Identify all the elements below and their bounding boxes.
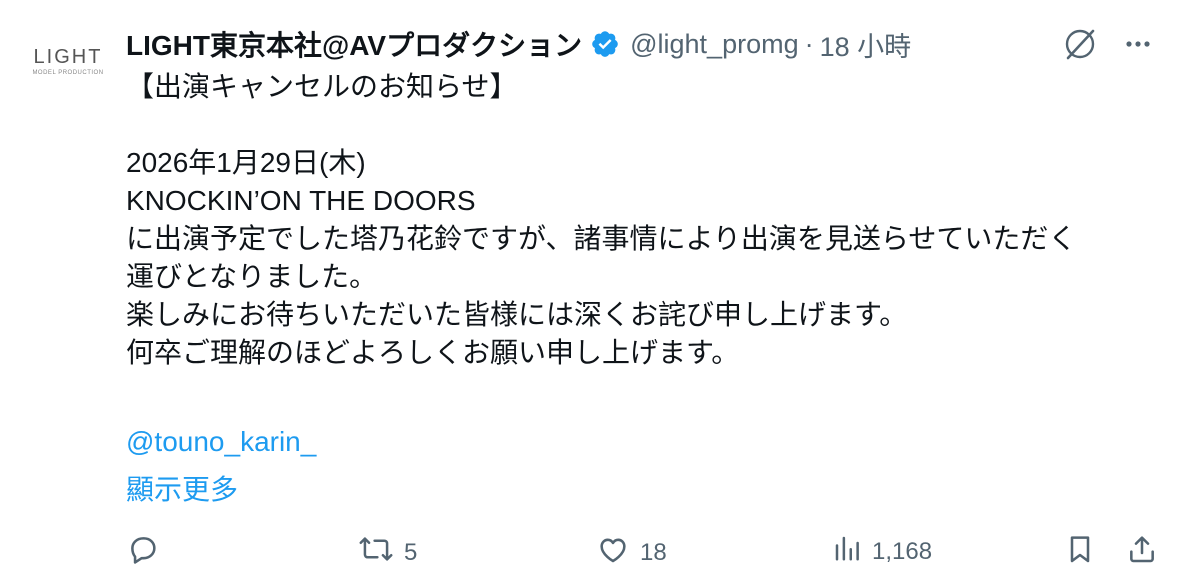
bookmark-button[interactable] — [1064, 532, 1096, 573]
separator-dot: · — [804, 28, 814, 59]
verified-badge-icon — [590, 29, 620, 59]
share-button[interactable] — [1126, 532, 1158, 573]
like-icon — [596, 532, 630, 573]
header-actions — [1062, 26, 1154, 62]
views-icon — [832, 532, 862, 571]
bookmark-icon — [1064, 532, 1096, 573]
reply-icon — [126, 532, 160, 573]
reply-button[interactable] — [126, 532, 160, 573]
views-button[interactable]: 1,168 — [832, 532, 932, 571]
post-time[interactable]: 18 小時 — [820, 25, 912, 64]
tweet-text: 【出演キャンセルのお知らせ】 2026年1月29日(木) KNOCKIN’ON … — [126, 71, 1077, 368]
tweet-header: LIGHT東京本社@AVプロダクション @light_promg · 18 小時 — [126, 24, 1154, 64]
retweet-icon — [358, 532, 394, 573]
avatar-logo-subtext: MODEL PRODUCTION — [32, 70, 104, 76]
author-name[interactable]: LIGHT東京本社@AVプロダクション — [126, 24, 582, 64]
show-more-link[interactable]: 顯示更多 — [126, 468, 238, 508]
grok-icon[interactable] — [1062, 26, 1098, 62]
more-icon[interactable] — [1122, 28, 1154, 60]
author-handle[interactable]: @light_promg — [630, 29, 799, 60]
mention-link[interactable]: @touno_karin_ — [126, 426, 316, 458]
like-count: 18 — [640, 538, 667, 566]
like-button[interactable]: 18 — [596, 532, 667, 573]
share-icon — [1126, 532, 1158, 573]
avatar[interactable]: LIGHT MODEL PRODUCTION — [22, 30, 114, 92]
tweet-actions: 5 18 1,168 — [126, 532, 1166, 572]
views-count: 1,168 — [872, 537, 933, 565]
avatar-logo-text: LIGHT — [33, 46, 103, 68]
retweet-count: 5 — [404, 538, 418, 566]
retweet-button[interactable]: 5 — [358, 532, 417, 573]
